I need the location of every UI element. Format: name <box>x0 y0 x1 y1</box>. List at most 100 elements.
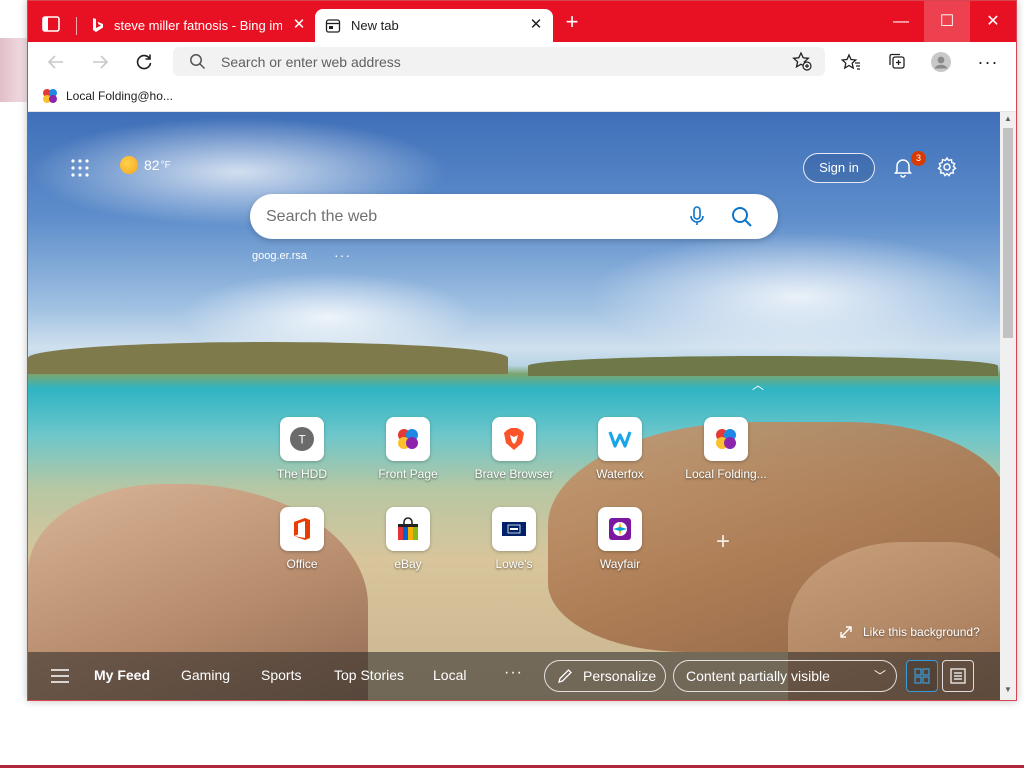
wayfair-icon <box>598 507 642 551</box>
scroll-down-arrow-icon[interactable]: ▼ <box>1000 685 1016 697</box>
vertical-scrollbar[interactable]: ▲ ▼ <box>1000 112 1016 700</box>
search-icon <box>190 54 206 70</box>
collections-icon[interactable] <box>885 50 909 74</box>
quick-link-lowes[interactable]: Lowe's <box>469 507 559 587</box>
app-launcher-grid-icon[interactable] <box>70 158 90 178</box>
notification-count-badge: 3 <box>911 151 926 166</box>
background-cloud <box>588 232 1000 362</box>
settings-and-more-button[interactable]: ··· <box>976 50 1000 74</box>
tab-separator <box>76 17 77 35</box>
quick-link-label: Front Page <box>378 467 438 481</box>
svg-text:T: T <box>298 433 306 447</box>
tab-title: steve miller fatnosis - Bing images <box>114 18 282 33</box>
desktop-background-artifact <box>0 38 28 102</box>
web-search-box[interactable] <box>250 194 778 239</box>
quick-link-wayfair[interactable]: Wayfair <box>575 507 665 587</box>
add-quick-link-button[interactable]: + <box>716 530 736 554</box>
quick-link-label: The HDD <box>276 467 327 481</box>
like-background-link[interactable]: Like this background? <box>839 625 980 639</box>
quick-link-label: Local Folding... <box>685 467 767 481</box>
quick-link-label: Brave Browser <box>474 467 554 481</box>
refresh-icon[interactable] <box>132 50 156 74</box>
address-input[interactable] <box>221 53 741 71</box>
quick-link-label: Lowe's <box>495 557 533 571</box>
navigation-toolbar: ··· <box>28 42 1016 81</box>
chevron-up-icon[interactable]: ︿ <box>752 376 764 393</box>
background-island <box>528 356 998 376</box>
quick-link-the-hdd[interactable]: T The HDD <box>257 417 347 497</box>
favorites-bar: Local Folding@ho... <box>28 81 1016 112</box>
weather-unit: °F <box>160 159 171 171</box>
search-suggestion[interactable]: goog.er.rsa <box>252 250 307 262</box>
grid-layout-icon <box>914 668 930 684</box>
quick-link-front-page[interactable]: Front Page <box>363 417 453 497</box>
new-tab-page: 82 °F Sign in 3 goog.er.rsa ··· ︿ T The … <box>28 112 1000 700</box>
hamburger-menu-icon[interactable] <box>50 667 70 685</box>
search-icon[interactable] <box>730 205 754 229</box>
feed-more-button[interactable]: ··· <box>504 664 523 682</box>
back-arrow-icon[interactable] <box>44 50 68 74</box>
news-feed-bar: My Feed Gaming Sports Top Stories Local … <box>28 652 1000 700</box>
grid-layout-button[interactable] <box>906 660 938 692</box>
quick-link-brave-browser[interactable]: Brave Browser <box>469 417 559 497</box>
quick-link-label: Waterfox <box>596 467 644 481</box>
brave-icon <box>492 417 536 461</box>
tab-new-tab[interactable]: New tab ✕ <box>315 9 553 42</box>
content-visibility-dropdown[interactable]: Content partially visible ﹀ <box>673 660 897 692</box>
address-bar[interactable] <box>173 47 825 76</box>
feed-tab-local[interactable]: Local <box>433 667 466 683</box>
background-island <box>28 342 508 374</box>
scrollbar-thumb[interactable] <box>1003 128 1013 338</box>
feed-tab-sports[interactable]: Sports <box>261 667 301 683</box>
feed-tab-top-stories[interactable]: Top Stories <box>334 667 404 683</box>
bing-icon <box>93 18 103 32</box>
tab-bing-images[interactable]: steve miller fatnosis - Bing images ✕ <box>76 9 312 42</box>
letter-t-icon: T <box>280 417 324 461</box>
office-icon <box>280 507 324 551</box>
quick-link-label: eBay <box>394 557 422 571</box>
tab-title: New tab <box>351 18 399 33</box>
pencil-icon <box>558 669 572 683</box>
browser-window: steve miller fatnosis - Bing images ✕ Ne… <box>27 0 1017 701</box>
weather-widget[interactable]: 82 °F <box>120 156 171 174</box>
newtab-icon <box>325 18 341 33</box>
ebay-icon <box>386 507 430 551</box>
waterfox-icon <box>598 417 642 461</box>
expand-arrow-icon <box>840 626 852 638</box>
maximize-button[interactable]: ☐ <box>924 1 970 42</box>
chevron-down-icon: ﹀ <box>873 669 886 683</box>
new-tab-button[interactable]: + <box>561 11 583 34</box>
favorite-item-local-folding[interactable]: Local Folding@ho... <box>42 86 173 106</box>
quick-link-ebay[interactable]: eBay <box>363 507 453 587</box>
quick-link-office[interactable]: Office <box>257 507 347 587</box>
scroll-up-arrow-icon[interactable]: ▲ <box>1000 114 1016 126</box>
list-layout-icon <box>950 668 966 684</box>
web-search-input[interactable] <box>266 206 666 228</box>
forward-arrow-icon[interactable] <box>88 50 112 74</box>
tab-actions-icon[interactable] <box>40 13 62 35</box>
quick-link-waterfox[interactable]: Waterfox <box>575 417 665 497</box>
folding-icon <box>386 417 430 461</box>
personalize-button[interactable]: Personalize <box>544 660 666 692</box>
close-window-button[interactable]: ✕ <box>970 1 1016 42</box>
microphone-icon[interactable] <box>686 205 708 227</box>
sun-icon <box>120 156 138 174</box>
suggestion-more-button[interactable]: ··· <box>334 247 351 263</box>
profile-avatar-icon[interactable] <box>929 50 953 74</box>
close-icon[interactable]: ✕ <box>529 17 543 32</box>
content-visibility-value: Content partially visible <box>686 668 830 684</box>
quick-link-label: Office <box>286 557 318 571</box>
gear-icon[interactable] <box>936 156 958 178</box>
feed-tab-gaming[interactable]: Gaming <box>181 667 230 683</box>
title-bar: steve miller fatnosis - Bing images ✕ Ne… <box>28 1 1016 42</box>
lowes-icon <box>492 507 536 551</box>
sign-in-button[interactable]: Sign in <box>803 153 875 183</box>
list-layout-button[interactable] <box>942 660 974 692</box>
favorites-icon[interactable] <box>839 50 863 74</box>
folding-icon <box>43 89 57 103</box>
add-favorite-star-icon[interactable] <box>791 50 813 72</box>
minimize-button[interactable]: — <box>878 1 924 42</box>
feed-tab-my-feed[interactable]: My Feed <box>94 667 150 683</box>
close-icon[interactable]: ✕ <box>292 17 306 32</box>
quick-link-local-folding[interactable]: Local Folding... <box>681 417 771 497</box>
